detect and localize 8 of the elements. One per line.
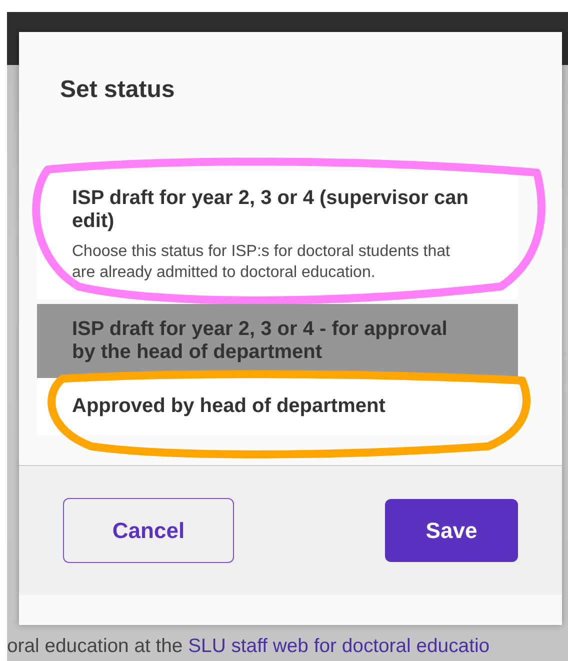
status-option[interactable]: Approved by head of department [37, 378, 518, 435]
status-option[interactable]: ISP draft for year 2, 3 or 4 - for approval by the head of department [37, 304, 518, 378]
page-text: oral education at the SLU staff web for doctoral educatio [7, 635, 491, 658]
staff-web-link[interactable]: SLU staff web for doctoral educatio [188, 635, 490, 657]
cancel-button[interactable]: Cancel [63, 498, 234, 563]
dialog-title: Set status [60, 75, 176, 105]
status-option[interactable]: ISP draft for year 2, 3 or 4 (supervisor can edit) Choose this status for ISP:s for doctoral students that are already admitted to doctoral education. [37, 171, 518, 299]
save-button[interactable]: Save [385, 499, 518, 562]
